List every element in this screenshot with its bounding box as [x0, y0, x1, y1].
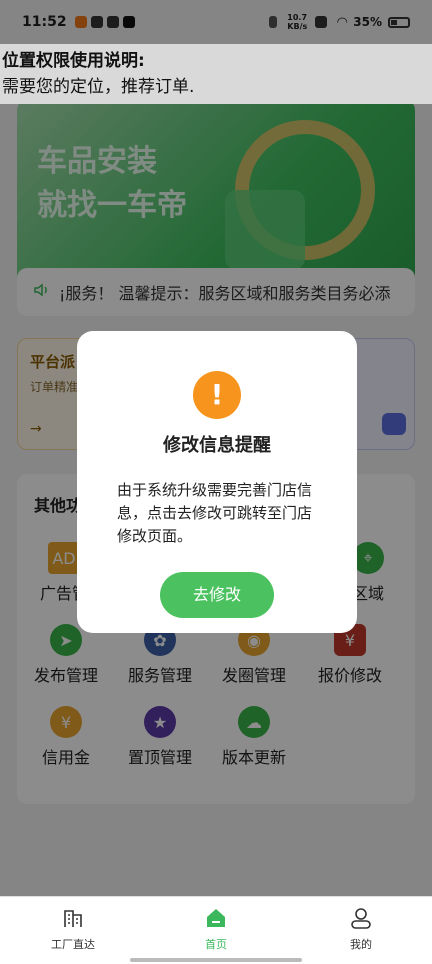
warning-icon: !	[193, 371, 241, 419]
update-info-dialog: ! 修改信息提醒 由于系统升级需要完善门店信息，点击去修改可跳转至门店修改页面。…	[77, 331, 357, 633]
home-indicator[interactable]	[130, 958, 302, 962]
tab-label: 我的	[350, 938, 372, 951]
factory-icon	[64, 910, 82, 927]
go-modify-button[interactable]: 去修改	[160, 572, 274, 618]
dialog-title: 修改信息提醒	[163, 435, 271, 456]
permission-title: 位置权限使用说明:	[2, 51, 145, 71]
tab-profile[interactable]: 我的	[321, 907, 401, 952]
tab-label: 工厂直达	[51, 938, 95, 951]
home-icon	[207, 909, 225, 927]
permission-text: 需要您的定位，推荐订单.	[2, 77, 195, 97]
tab-label: 首页	[205, 938, 227, 951]
permission-banner: 位置权限使用说明: 需要您的定位，推荐订单.	[0, 44, 432, 104]
tab-factory[interactable]: 工厂直达	[33, 907, 113, 952]
profile-icon	[351, 908, 371, 929]
tab-home[interactable]: 首页	[176, 907, 256, 952]
bottom-tab-bar: 工厂直达 首页 我的	[0, 896, 432, 964]
dialog-message: 由于系统升级需要完善门店信息，点击去修改可跳转至门店修改页面。	[117, 481, 313, 545]
